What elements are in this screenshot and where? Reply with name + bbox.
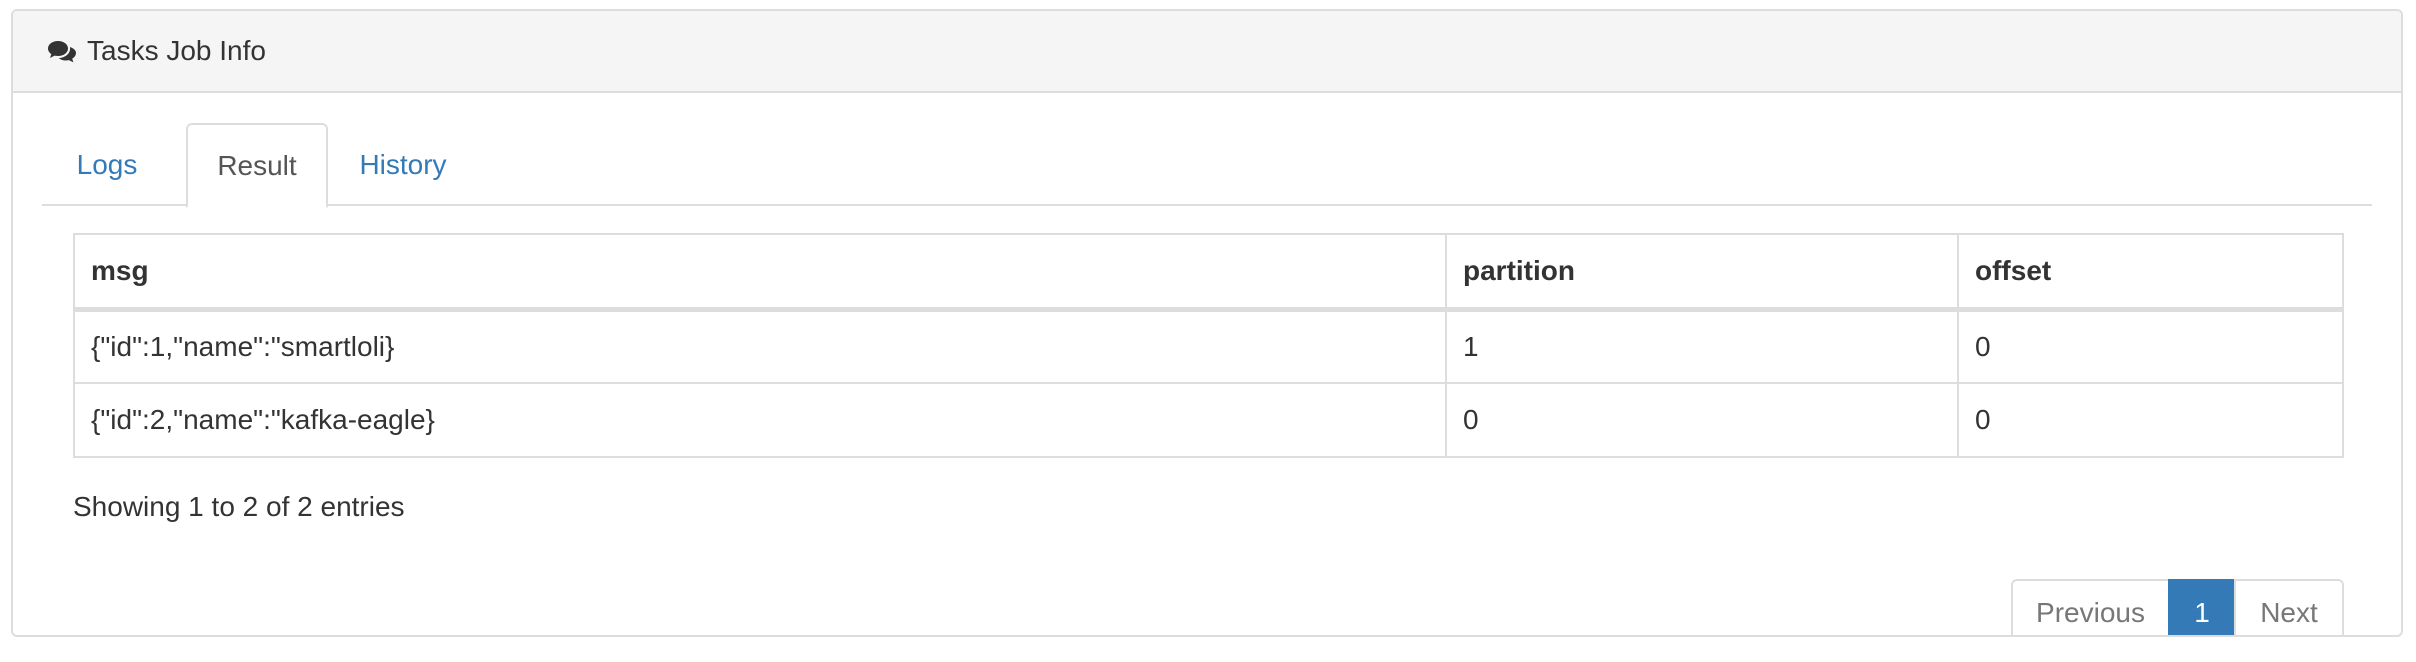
panel-heading: Tasks Job Info (13, 11, 2401, 93)
previous-page-button[interactable]: Previous (2011, 579, 2170, 635)
cell-offset: 0 (1957, 308, 2344, 384)
column-header-offset[interactable]: offset (1957, 233, 2344, 312)
table-row: {"id":2,"name":"kafka-eagle} 0 0 (73, 382, 2344, 458)
cell-msg: {"id":2,"name":"kafka-eagle} (73, 382, 1447, 458)
page-1-button[interactable]: 1 (2168, 579, 2236, 635)
next-page-button[interactable]: Next (2234, 579, 2344, 635)
column-header-msg[interactable]: msg (73, 233, 1447, 312)
cell-partition: 1 (1445, 308, 1959, 384)
cell-partition: 0 (1445, 382, 1959, 458)
comments-icon (47, 39, 77, 63)
tasks-job-info-panel: Tasks Job Info Logs Result History msg p… (11, 9, 2403, 637)
tab-history[interactable]: History (338, 123, 468, 206)
tab-bar: Logs Result History (42, 123, 2372, 208)
panel-title: Tasks Job Info (87, 35, 266, 66)
result-table: msg partition offset {"id":1,"name":"sma… (73, 233, 2344, 458)
tab-logs[interactable]: Logs (42, 123, 172, 206)
result-table-wrapper: msg partition offset {"id":1,"name":"sma… (73, 233, 2344, 458)
table-header-row: msg partition offset (73, 233, 2344, 312)
pagination: Previous 1 Next (2011, 579, 2344, 635)
cell-offset: 0 (1957, 382, 2344, 458)
table-info: Showing 1 to 2 of 2 entries (73, 491, 405, 522)
column-header-partition[interactable]: partition (1445, 233, 1959, 312)
table-row: {"id":1,"name":"smartloli} 1 0 (73, 308, 2344, 384)
cell-msg: {"id":1,"name":"smartloli} (73, 308, 1447, 384)
tab-result[interactable]: Result (186, 123, 328, 208)
